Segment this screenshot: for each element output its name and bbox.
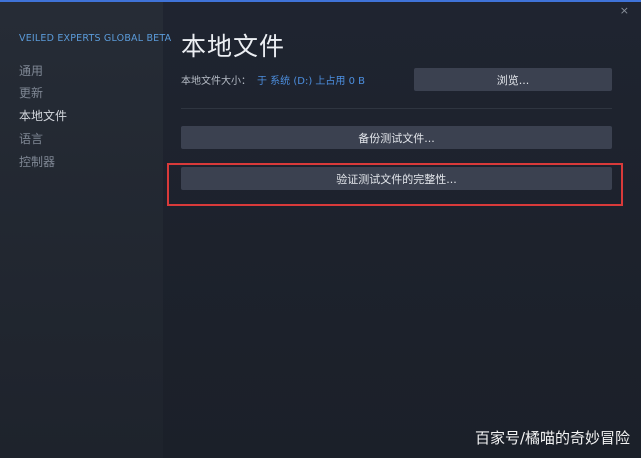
size-label: 本地文件大小： xyxy=(181,76,251,87)
sidebar-item-general[interactable]: 通用 xyxy=(19,62,43,79)
sidebar-item-updates[interactable]: 更新 xyxy=(19,84,43,101)
size-value-link[interactable]: 于 系统 (D:) 上占用 0 B xyxy=(257,76,365,87)
page-title: 本地文件 xyxy=(181,32,286,61)
backup-files-button[interactable]: 备份测试文件... xyxy=(181,126,612,149)
watermark: 百家号/橘喵的奇妙冒险 xyxy=(474,429,630,447)
sidebar-item-language[interactable]: 语言 xyxy=(19,130,43,147)
verify-integrity-button[interactable]: 验证测试文件的完整性... xyxy=(181,167,612,190)
properties-window: VEILED EXPERTS GLOBAL BETA 通用 更新 本地文件 语言… xyxy=(0,0,641,458)
sidebar-item-local-files[interactable]: 本地文件 xyxy=(19,107,67,124)
divider xyxy=(181,108,612,109)
sidebar-item-controller[interactable]: 控制器 xyxy=(19,153,55,170)
sidebar: VEILED EXPERTS GLOBAL BETA 通用 更新 本地文件 语言… xyxy=(0,2,171,458)
browse-button[interactable]: 浏览... xyxy=(414,68,612,91)
close-icon[interactable]: × xyxy=(620,5,629,17)
game-title: VEILED EXPERTS GLOBAL BETA xyxy=(19,33,172,44)
main-panel: × 本地文件 本地文件大小： 于 系统 (D:) 上占用 0 B 浏览... 备份… xyxy=(163,2,641,458)
local-files-size: 本地文件大小： 于 系统 (D:) 上占用 0 B xyxy=(181,72,365,87)
